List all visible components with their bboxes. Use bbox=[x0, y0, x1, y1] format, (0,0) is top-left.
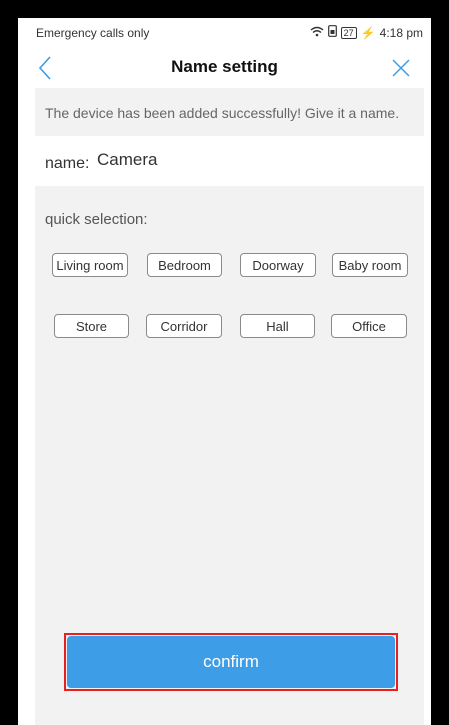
phone-screen: Emergency calls only 27 ⚡ 4:18 pm Name s… bbox=[18, 18, 431, 725]
quick-option-store[interactable]: Store bbox=[54, 314, 129, 338]
status-icons: 27 ⚡ 4:18 pm bbox=[310, 25, 423, 40]
quick-option-living-room[interactable]: Living room bbox=[52, 253, 128, 277]
success-banner: The device has been added successfully! … bbox=[35, 88, 424, 136]
quick-option-doorway[interactable]: Doorway bbox=[240, 253, 316, 277]
nav-bar: Name setting bbox=[18, 46, 431, 90]
status-bar: Emergency calls only 27 ⚡ 4:18 pm bbox=[18, 18, 431, 46]
success-message: The device has been added successfully! … bbox=[45, 105, 400, 121]
quick-option-bedroom[interactable]: Bedroom bbox=[147, 253, 222, 277]
carrier-text: Emergency calls only bbox=[36, 26, 150, 40]
name-row: name: bbox=[35, 136, 424, 186]
clock: 4:18 pm bbox=[379, 25, 423, 40]
name-input[interactable] bbox=[97, 150, 397, 170]
charging-icon: ⚡ bbox=[360, 25, 376, 40]
quick-option-baby-room[interactable]: Baby room bbox=[332, 253, 408, 277]
quick-selection-label: quick selection: bbox=[45, 211, 148, 228]
quick-option-corridor[interactable]: Corridor bbox=[146, 314, 222, 338]
device-frame: Emergency calls only 27 ⚡ 4:18 pm Name s… bbox=[0, 0, 449, 725]
quick-option-office[interactable]: Office bbox=[331, 314, 407, 338]
page-title: Name setting bbox=[171, 57, 278, 76]
name-label: name: bbox=[45, 155, 90, 172]
battery-icon: 27 bbox=[340, 26, 357, 39]
confirm-button[interactable]: confirm bbox=[67, 636, 395, 688]
quick-option-hall[interactable]: Hall bbox=[240, 314, 315, 338]
sim-icon bbox=[327, 25, 337, 40]
close-button[interactable] bbox=[387, 54, 415, 82]
wifi-icon bbox=[310, 26, 324, 40]
close-icon bbox=[392, 59, 410, 77]
